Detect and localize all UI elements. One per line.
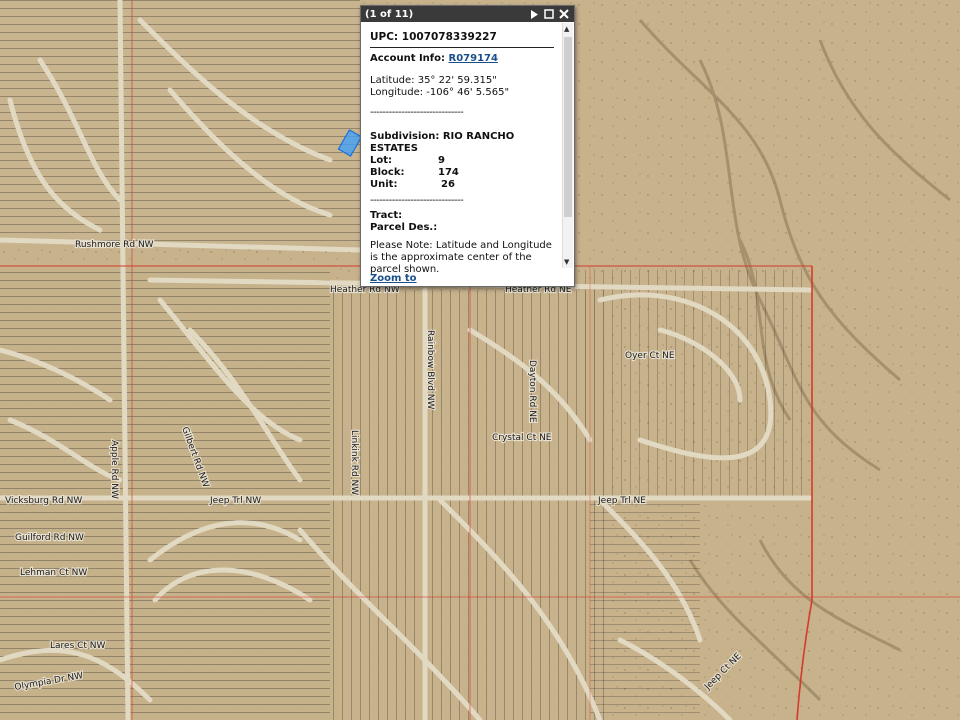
longitude: Longitude: -106° 46' 5.565" — [370, 87, 510, 98]
road-label: Jeep Trl NE — [597, 496, 646, 506]
maximize-icon[interactable] — [543, 8, 555, 20]
separator-2: ------------------------------ — [370, 195, 464, 206]
lot-row: Lot: 9 — [370, 155, 554, 167]
coordinate-note: Please Note: Latitude and Longitude is t… — [370, 240, 552, 275]
block-row: Block: 174 — [370, 167, 554, 179]
scroll-down-icon[interactable]: ▼ — [564, 258, 569, 266]
road-label: Linkink Rd NW — [349, 430, 359, 495]
unit-label: Unit: — [370, 179, 398, 190]
parcel-description: Parcel Des.: — [370, 222, 438, 233]
block-value: 174 — [438, 167, 459, 178]
road-label: Oyer Ct NE — [625, 351, 675, 361]
road-label: Apple Rd NW — [109, 440, 119, 499]
road-label: Lares Ct NW — [50, 641, 106, 651]
block-label: Block: — [370, 167, 405, 178]
road-label: Rainbow Blvd NW — [425, 330, 435, 410]
account-label: Account Info: — [370, 53, 446, 64]
road-label: Dayton Rd NE — [527, 360, 537, 423]
latitude: Latitude: 35° 22' 59.315" — [370, 75, 497, 86]
close-icon[interactable] — [558, 8, 570, 20]
unit-value: 26 — [441, 179, 455, 190]
result-count: (1 of 11) — [365, 8, 414, 20]
road-label: Guilford Rd NW — [15, 533, 84, 543]
tract: Tract: — [370, 210, 403, 221]
lot-value: 9 — [438, 155, 445, 166]
scrollbar-thumb[interactable] — [564, 37, 572, 217]
road-label: Lehman Ct NW — [20, 568, 87, 578]
parcel-info-popup[interactable]: (1 of 11) UPC: 1007078339227 Account Inf… — [360, 5, 575, 287]
popup-content: UPC: 1007078339227 Account Info: R079174… — [361, 23, 562, 286]
road-label: Rushmore Rd NW — [75, 240, 154, 250]
separator-1: ------------------------------ — [370, 107, 464, 118]
popup-titlebar: (1 of 11) — [361, 6, 574, 22]
account-link[interactable]: R079174 — [449, 53, 498, 64]
road-label: Crystal Ct NE — [492, 433, 552, 443]
subdivision: Subdivision: RIO RANCHO ESTATES — [370, 131, 515, 154]
road-label: Jeep Trl NW — [209, 496, 261, 506]
road-label: Vicksburg Rd NW — [5, 496, 82, 506]
unit-row: Unit: 26 — [370, 179, 554, 191]
lot-label: Lot: — [370, 155, 393, 166]
scroll-up-icon[interactable]: ▲ — [564, 25, 569, 33]
account-info: Account Info: R079174 — [370, 53, 554, 65]
upc-title: UPC: 1007078339227 — [370, 31, 554, 48]
zoom-to-link[interactable]: Zoom to — [370, 273, 417, 284]
next-icon[interactable] — [528, 8, 540, 20]
popup-scrollbar[interactable]: ▲ ▼ — [562, 23, 573, 268]
